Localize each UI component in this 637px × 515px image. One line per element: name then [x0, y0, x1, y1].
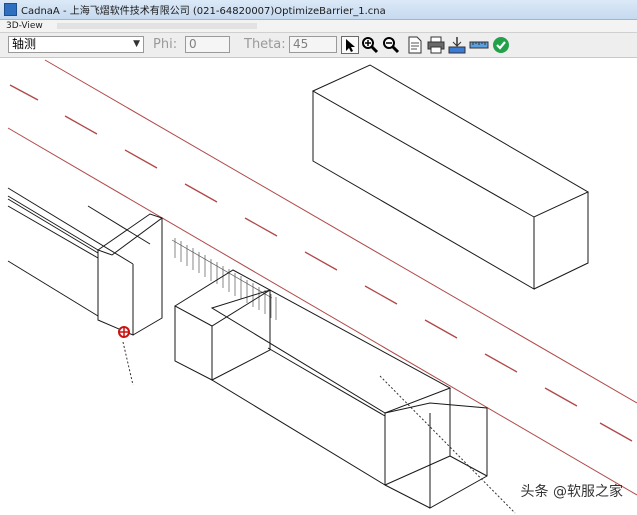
window-title: CadnaA - 上海飞熠软件技术有限公司 (021-64820007)Opti…: [21, 6, 386, 17]
building-box-small-left: [87, 205, 164, 336]
menu-items-blurred: [56, 23, 257, 29]
print-button[interactable]: [427, 36, 445, 54]
receiver-guide-lines: [122, 341, 516, 514]
toolbar: 轴测 ▼ Phi: 0 Theta: 45: [0, 33, 637, 58]
document-icon: [408, 36, 422, 54]
pointer-button[interactable]: [341, 36, 359, 54]
ruler-icon: [469, 41, 489, 49]
ok-button[interactable]: [492, 36, 510, 54]
noise-barrier-section: [171, 238, 277, 320]
title-bar: CadnaA - 上海飞熠软件技术有限公司 (021-64820007)Opti…: [0, 0, 637, 20]
building-box-middle: [174, 269, 271, 381]
barrier-long-left: [7, 187, 134, 320]
measure-button[interactable]: [469, 36, 489, 54]
zoom-in-button[interactable]: [361, 36, 379, 54]
watermark-text: 头条 @软服之家: [520, 484, 623, 500]
export-document-button[interactable]: [406, 36, 424, 54]
theta-label: Theta:: [244, 37, 286, 52]
view-mode-value: 轴测: [12, 37, 37, 51]
pointer-icon: [346, 39, 355, 52]
view-mode-select[interactable]: 轴测 ▼: [8, 36, 144, 53]
level-icon: [448, 37, 466, 54]
receiver-point-icon[interactable]: [118, 326, 130, 338]
app-icon: [4, 3, 17, 16]
road-centerline-dashes: [9, 84, 633, 442]
menu-bar: 3D-View: [0, 20, 637, 33]
ok-check-icon: [493, 37, 509, 53]
road-edge-lines: [7, 59, 637, 496]
building-box-top-right: [311, 64, 590, 290]
zoom-out-icon: [383, 37, 400, 54]
phi-input[interactable]: 0: [185, 36, 230, 53]
view-name-label: 3D-View: [6, 21, 43, 31]
theta-input[interactable]: 45: [289, 36, 337, 53]
print-icon: [427, 36, 445, 54]
zoom-out-button[interactable]: [382, 36, 400, 54]
chevron-down-icon: ▼: [133, 39, 140, 49]
building-box-lower-right: [210, 289, 488, 509]
phi-label: Phi:: [153, 37, 178, 52]
3d-view-canvas[interactable]: [0, 58, 637, 515]
zoom-in-icon: [362, 37, 379, 54]
level-button[interactable]: [448, 36, 466, 54]
